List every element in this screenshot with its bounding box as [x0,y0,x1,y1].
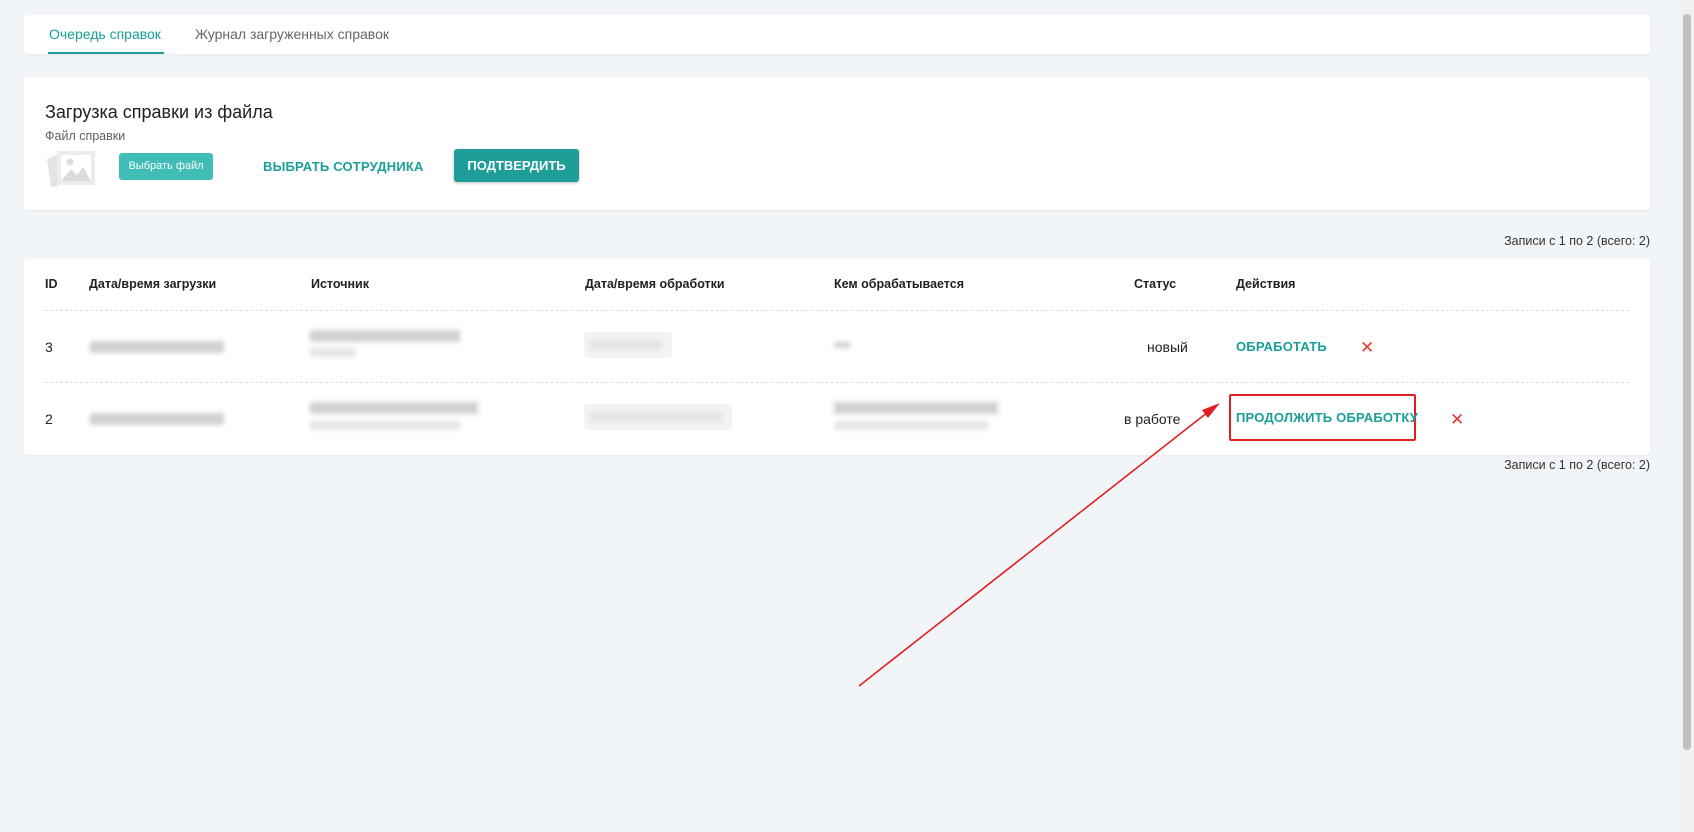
column-header-processed-by: Кем обрабатывается [834,277,965,291]
column-header-status: Статус [1134,277,1177,291]
row-divider [45,382,1629,383]
row-id: 3 [45,339,53,355]
column-header-processing-datetime: Дата/время обработки [585,277,725,291]
choose-file-button[interactable]: Выбрать файл [119,153,213,180]
redacted-processed-by [834,342,850,348]
select-employee-button[interactable]: ВЫБРАТЬ СОТРУДНИКА [263,153,424,180]
redacted-upload-datetime [90,413,224,425]
process-button[interactable]: ОБРАБОТАТЬ [1236,339,1327,354]
records-info-top: Записи с 1 по 2 (всего: 2) [1504,234,1650,248]
row-id: 2 [45,411,53,427]
header-divider [45,310,1629,311]
image-placeholder-icon [47,151,95,187]
certificates-table: ID Дата/время загрузки Источник Дата/вре… [24,259,1650,455]
column-header-id: ID [45,277,58,291]
tab-upload-log[interactable]: Журнал загруженных справок [195,15,389,54]
redacted-source-role [310,348,356,357]
redacted-processing-datetime [590,412,722,422]
redacted-source-name [310,330,460,342]
redacted-source-name [310,402,478,414]
tab-queue[interactable]: Очередь справок [48,15,164,54]
status-badge: в работе [1124,411,1181,427]
scrollbar-thumb[interactable] [1683,14,1691,750]
close-icon[interactable]: ✕ [1360,339,1374,356]
file-label: Файл справки [45,129,126,143]
redacted-processed-by-name [834,402,998,414]
confirm-button[interactable]: ПОДТВЕРДИТЬ [454,149,579,182]
column-header-upload-datetime: Дата/время загрузки [89,277,217,291]
upload-title: Загрузка справки из файла [45,102,273,122]
close-icon[interactable]: ✕ [1450,411,1464,428]
records-info-bottom: Записи с 1 по 2 (всего: 2) [1504,458,1650,472]
tab-upload-log-label: Журнал загруженных справок [195,26,389,42]
vertical-scrollbar[interactable] [1680,0,1694,832]
redacted-upload-datetime [90,341,224,353]
active-tab-indicator [48,52,164,54]
continue-processing-button[interactable]: ПРОДОЛЖИТЬ ОБРАБОТКУ [1236,410,1418,425]
redacted-processed-by-role [834,421,988,430]
upload-panel: Загрузка справки из файла Файл справки В… [24,77,1650,210]
column-header-source: Источник [311,277,369,291]
redacted-source-role [310,421,460,430]
tabs-bar: Очередь справок Журнал загруженных справ… [24,15,1650,54]
tab-queue-label: Очередь справок [49,26,161,42]
status-badge: новый [1147,339,1188,355]
redacted-processing-datetime [590,340,662,350]
column-header-actions: Действия [1236,277,1296,291]
